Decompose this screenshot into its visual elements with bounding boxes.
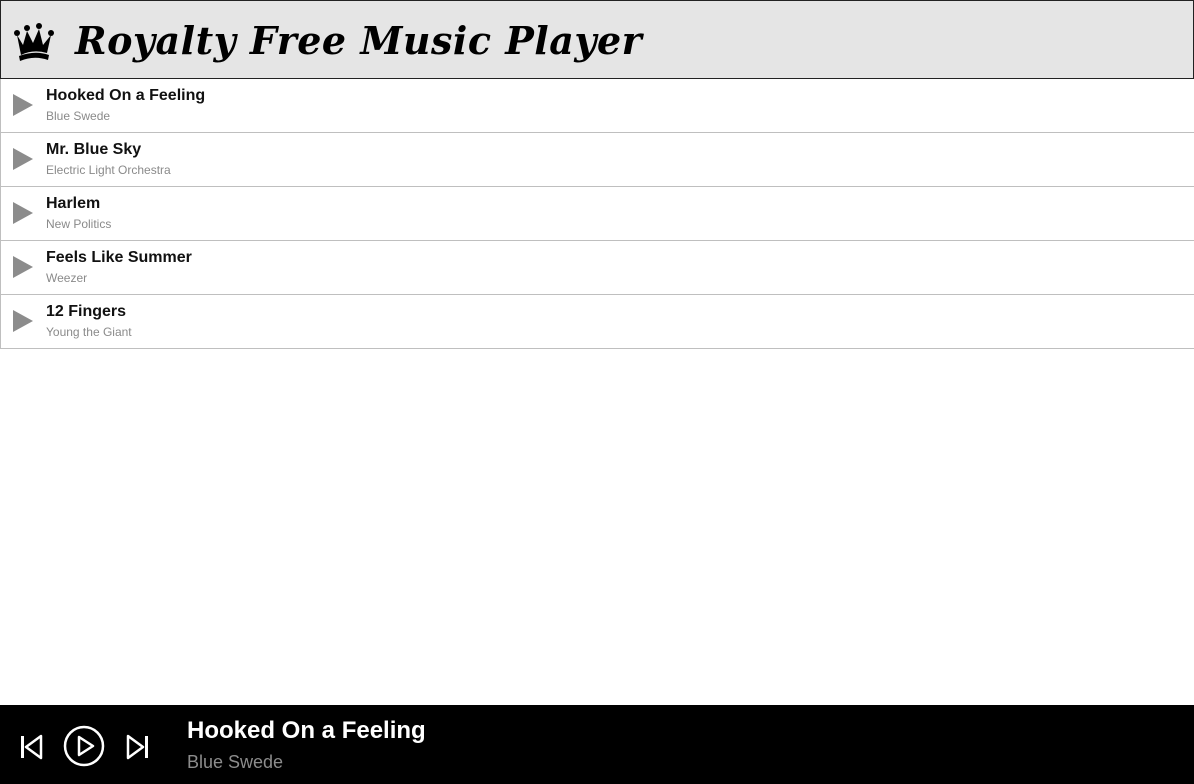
play-icon[interactable] [12, 309, 34, 333]
track-row[interactable]: Hooked On a Feeling Blue Swede [0, 79, 1194, 133]
track-row[interactable]: Harlem New Politics [0, 187, 1194, 241]
play-icon[interactable] [12, 255, 34, 279]
track-artist: Electric Light Orchestra [46, 163, 171, 177]
track-artist: Weezer [46, 271, 88, 285]
player-bar: Hooked On a Feeling Blue Swede [0, 705, 1194, 784]
now-playing-title: Hooked On a Feeling [187, 717, 426, 744]
track-title: Harlem [46, 195, 101, 212]
track-list: Hooked On a Feeling Blue Swede Mr. Blue … [0, 79, 1194, 349]
track-row[interactable]: Mr. Blue Sky Electric Light Orchestra [0, 133, 1194, 187]
track-title: Feels Like Summer [46, 249, 192, 266]
track-artist: Young the Giant [46, 325, 132, 339]
app-header: Royalty Free Music Player [0, 0, 1194, 79]
track-artist: New Politics [46, 217, 112, 231]
play-icon[interactable] [12, 201, 34, 225]
play-circle-icon[interactable] [63, 725, 105, 767]
track-title: Hooked On a Feeling [46, 87, 206, 104]
track-title: Mr. Blue Sky [46, 141, 142, 158]
app-title: Royalty Free Music Player [75, 18, 643, 63]
track-row[interactable]: 12 Fingers Young the Giant [0, 295, 1194, 349]
now-playing-artist: Blue Swede [187, 752, 284, 772]
skip-next-icon[interactable] [126, 734, 150, 760]
play-icon[interactable] [12, 93, 34, 117]
track-artist: Blue Swede [46, 109, 111, 123]
play-icon[interactable] [12, 147, 34, 171]
track-row[interactable]: Feels Like Summer Weezer [0, 241, 1194, 295]
track-title: 12 Fingers [46, 303, 127, 320]
music-player-app: Royalty Free Music Player Hooked On a Fe… [0, 0, 1194, 784]
crown-icon [14, 22, 54, 61]
skip-previous-icon[interactable] [19, 734, 43, 760]
